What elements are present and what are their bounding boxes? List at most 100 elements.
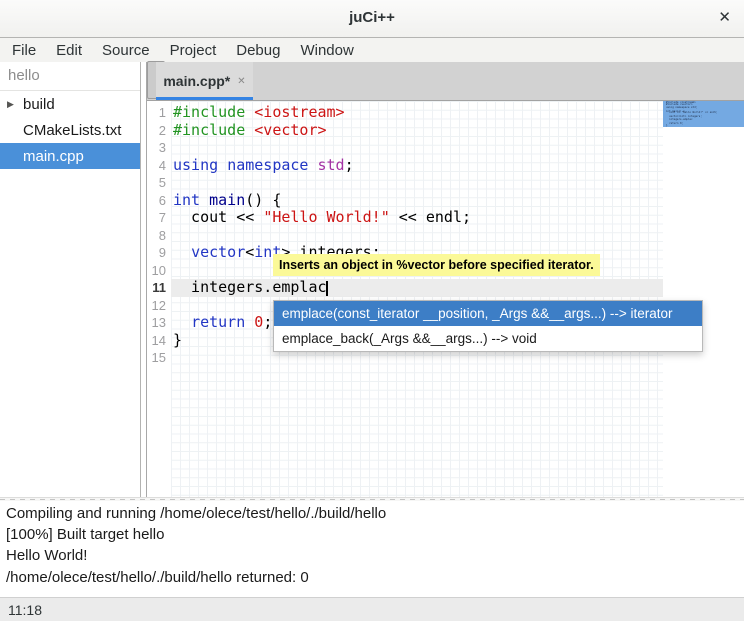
menu-item-file[interactable]: File xyxy=(2,40,46,61)
code-token: ; xyxy=(345,156,354,174)
source-map-text: #include <iostream> #include <vector> us… xyxy=(663,101,744,126)
code-line xyxy=(171,227,663,245)
code-line: int main() { xyxy=(171,192,663,210)
code-token: #include xyxy=(173,103,245,121)
splitter-dashes xyxy=(0,499,744,500)
code-line: #include <iostream> xyxy=(171,104,663,122)
line-number: 12 xyxy=(147,297,171,315)
code-line: cout << "Hello World!" << endl; xyxy=(171,209,663,227)
file-label: main.cpp xyxy=(23,148,84,165)
project-sidebar: hello ▶build CMakeLists.txt main.cpp xyxy=(0,62,141,497)
code-line xyxy=(171,139,663,157)
output-line: /home/olece/test/hello/./build/hello ret… xyxy=(6,567,738,588)
code-token: 0 xyxy=(254,313,263,331)
sidebar-item-main-cpp[interactable]: main.cpp xyxy=(0,143,140,169)
code-token: int xyxy=(173,191,200,209)
menu-item-project[interactable]: Project xyxy=(160,40,227,61)
output-line: Compiling and running /home/olece/test/h… xyxy=(6,503,738,524)
line-number: 4 xyxy=(147,157,171,175)
line-number: 13 xyxy=(147,314,171,332)
completion-popup: emplace(const_iterator __position, _Args… xyxy=(273,300,703,352)
menu-bar: FileEditSourceProjectDebugWindow xyxy=(0,38,744,62)
code-token xyxy=(173,243,191,261)
file-tree: ▶build CMakeLists.txt main.cpp xyxy=(0,91,140,169)
file-label: build xyxy=(23,96,55,113)
output-line: [100%] Built target hello xyxy=(6,524,738,545)
code-token xyxy=(200,191,209,209)
main-area: hello ▶build CMakeLists.txt main.cpp main.… xyxy=(0,62,744,497)
code-token: using xyxy=(173,156,218,174)
status-bar: 11:18 xyxy=(0,597,744,621)
code-token xyxy=(245,121,254,139)
output-line: Hello World! xyxy=(6,545,738,566)
code-token: main xyxy=(209,191,245,209)
completion-item-0[interactable]: emplace(const_iterator __position, _Args… xyxy=(274,301,702,326)
project-name-header[interactable]: hello xyxy=(0,62,140,91)
code-token: vector xyxy=(191,243,245,261)
code-line: using namespace std; xyxy=(171,157,663,175)
text-caret xyxy=(326,281,328,296)
code-area[interactable]: #include <iostream>#include <vector>usin… xyxy=(171,101,663,497)
code-token: } xyxy=(173,331,182,349)
code-token: ; xyxy=(263,313,272,331)
line-number: 2 xyxy=(147,122,171,140)
tab-close-icon[interactable]: ✕ xyxy=(237,76,245,87)
code-token: "Hello World!" xyxy=(263,208,389,226)
menu-item-debug[interactable]: Debug xyxy=(226,40,290,61)
line-number: 10 xyxy=(147,262,171,280)
editor-pane: main.cpp* ✕ 123456789101112131415 #inclu… xyxy=(146,62,744,497)
code-line xyxy=(171,174,663,192)
source-map[interactable]: #include <iostream> #include <vector> us… xyxy=(663,101,744,497)
line-number-gutter: 123456789101112131415 xyxy=(147,101,171,497)
file-label: CMakeLists.txt xyxy=(23,122,121,139)
menu-item-window[interactable]: Window xyxy=(290,40,363,61)
code-token xyxy=(245,313,254,331)
doc-tooltip: Inserts an object in %vector before spec… xyxy=(273,254,600,276)
tab-label: main.cpp* xyxy=(163,73,230,89)
line-number: 6 xyxy=(147,192,171,210)
menu-item-edit[interactable]: Edit xyxy=(46,40,92,61)
code-line: #include <vector> xyxy=(171,122,663,140)
sidebar-item-build[interactable]: ▶build xyxy=(0,91,140,117)
completion-item-1[interactable]: emplace_back(_Args &&__args...) --> void xyxy=(274,326,702,351)
tab-main-cpp[interactable]: main.cpp* ✕ xyxy=(156,62,253,100)
code-token: #include xyxy=(173,121,245,139)
code-token: < xyxy=(245,243,254,261)
code-token: return xyxy=(191,313,245,331)
line-number: 7 xyxy=(147,209,171,227)
code-token: cout << xyxy=(173,208,263,226)
line-number: 5 xyxy=(147,174,171,192)
code-token: () { xyxy=(245,191,281,209)
line-number: 1 xyxy=(147,104,171,122)
code-line: integers.emplac xyxy=(171,279,663,297)
line-number: 3 xyxy=(147,139,171,157)
line-number: 11 xyxy=(147,279,171,297)
sidebar-item-cmakelists-txt[interactable]: CMakeLists.txt xyxy=(0,117,140,143)
code-token xyxy=(245,103,254,121)
code-token: <iostream> xyxy=(254,103,344,121)
code-token: namespace xyxy=(227,156,308,174)
code-token xyxy=(308,156,317,174)
window-title: juCi++ xyxy=(0,9,744,26)
line-number: 8 xyxy=(147,227,171,245)
source-map-visible-region: #include <iostream> #include <vector> us… xyxy=(663,101,744,127)
code-token xyxy=(218,156,227,174)
code-token: std xyxy=(318,156,345,174)
expander-icon[interactable]: ▶ xyxy=(0,99,23,110)
active-tab-indicator xyxy=(156,97,253,100)
code-token xyxy=(173,313,191,331)
tab-bar: main.cpp* ✕ xyxy=(147,62,744,101)
line-number: 9 xyxy=(147,244,171,262)
code-editor[interactable]: 123456789101112131415 #include <iostream… xyxy=(147,101,744,497)
menu-item-source[interactable]: Source xyxy=(92,40,160,61)
cursor-position: 11:18 xyxy=(0,602,42,618)
code-token: <vector> xyxy=(254,121,326,139)
close-icon[interactable]: ✕ xyxy=(718,9,731,27)
line-number: 14 xyxy=(147,332,171,350)
line-number: 15 xyxy=(147,349,171,367)
code-token: << endl; xyxy=(390,208,471,226)
title-bar: juCi++ ✕ xyxy=(0,0,744,38)
build-output-panel[interactable]: Compiling and running /home/olece/test/h… xyxy=(0,501,744,597)
juci-window: juCi++ ✕ FileEditSourceProjectDebugWindo… xyxy=(0,0,744,621)
code-token: integers.emplac xyxy=(173,278,327,296)
